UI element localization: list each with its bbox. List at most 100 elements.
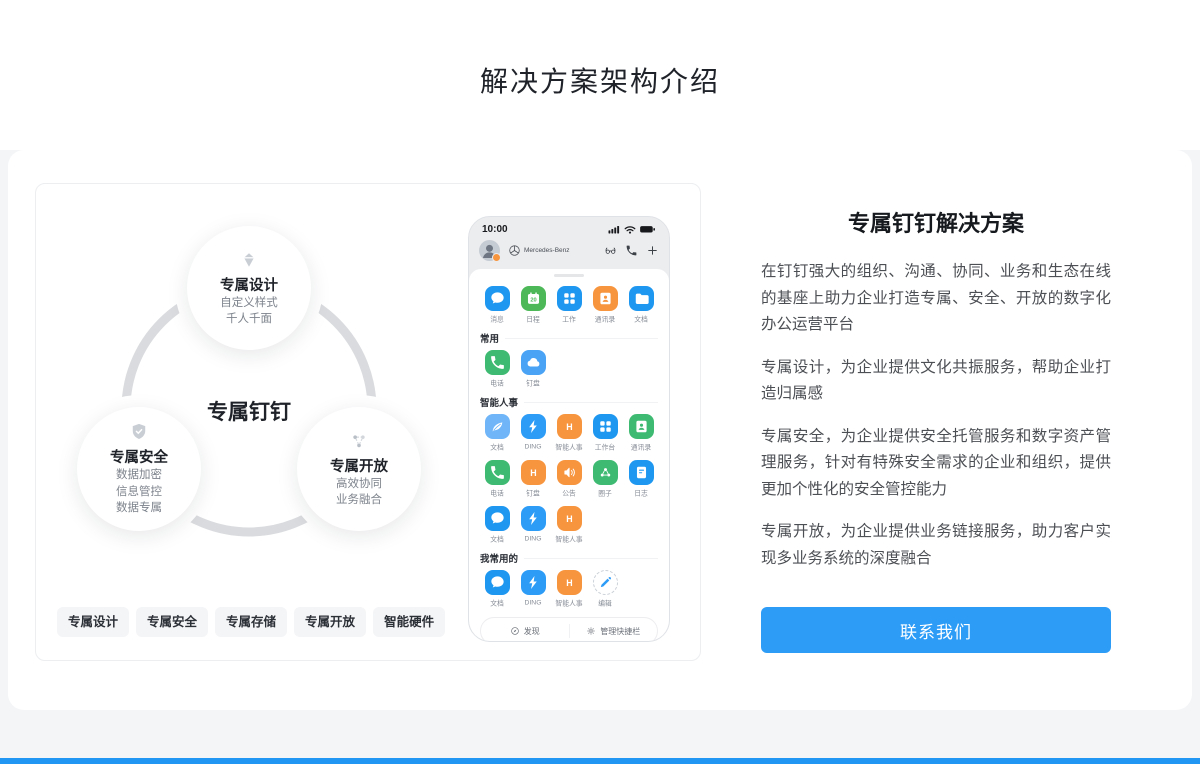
node-line: 高效协同 (336, 476, 382, 493)
log-icon (629, 460, 654, 485)
bottom-accent-bar (0, 758, 1200, 764)
tag-open: 专属开放 (294, 607, 366, 637)
bolt-icon (521, 414, 546, 439)
app-contacts: 通讯录 (623, 409, 659, 455)
bolt-icon (521, 506, 546, 531)
app-label: 通讯录 (631, 443, 651, 452)
section-apps-mine: 文档 DING H 智能人事 编辑 (479, 565, 659, 611)
dock-apps: 消息 20 日程 工作 通讯录文档 (479, 281, 659, 327)
app-grid: 工作 (551, 281, 587, 327)
bolt-icon (521, 570, 546, 595)
app-bolt: DING (515, 501, 551, 547)
phone-mockup: 10:00 Mercedes-Benz (468, 216, 670, 642)
svg-text:20: 20 (530, 297, 536, 303)
app-contacts: 通讯录 (587, 281, 623, 327)
app-edit: 编辑 (587, 565, 623, 611)
letter-h-icon: H (557, 506, 582, 531)
section-header-mine: 我常用的 (480, 551, 658, 565)
signal-icon (608, 225, 621, 234)
node-line: 自定义样式 (220, 295, 278, 312)
letter-h-icon: H (521, 460, 546, 485)
app-row: 文档 DING H 智能人事 (479, 501, 659, 547)
phone-footer-bar: 发现 管理快捷栏 (480, 617, 658, 641)
app-label: DING (525, 599, 542, 607)
phone-icon (485, 460, 510, 485)
solution-panel: 专属设计 自定义样式 千人千面 专属安全 数据加密 信息管控 数据专属 专属开放… (8, 150, 1192, 710)
app-label: 公告 (562, 489, 576, 498)
node-title: 专属安全 (110, 446, 168, 467)
phone-header: Mercedes-Benz (469, 237, 669, 269)
app-label: 智能人事 (555, 535, 582, 544)
node-line: 千人千面 (226, 311, 272, 328)
app-phone: 电话 (479, 345, 515, 391)
solution-description: 专属钉钉解决方案 在钉钉强大的组织、沟通、协同、业务和生态在线的基座上助力企业打… (761, 150, 1111, 572)
tag-design: 专属设计 (57, 607, 129, 637)
cloud-icon (521, 350, 546, 375)
architecture-illustration-card: 专属设计 自定义样式 千人千面 专属安全 数据加密 信息管控 数据专属 专属开放… (35, 183, 701, 661)
contact-us-button[interactable]: 联系我们 (761, 607, 1111, 653)
discover-button: 发现 (481, 626, 569, 637)
chat-icon (485, 286, 510, 311)
app-letter-h: H 智能人事 (551, 409, 587, 455)
drag-handle (554, 274, 584, 277)
app-label: DING (525, 535, 542, 543)
tag-hardware: 智能硬件 (373, 607, 445, 637)
app-label: 智能人事 (555, 599, 582, 608)
node-title: 专属设计 (220, 274, 278, 295)
solution-architecture-page: 解决方案架构介绍 专属设计 自定义样式 千人千面 (0, 0, 1200, 764)
discover-label: 发现 (524, 626, 540, 637)
org-name: Mercedes-Benz (524, 247, 570, 254)
node-line: 业务融合 (336, 492, 382, 509)
grid-icon (593, 414, 618, 439)
app-calendar: 20 日程 (515, 281, 551, 327)
section-title: 我常用的 (480, 551, 518, 565)
app-row: 文档DINGH智能人事工作台通讯录 (479, 409, 659, 455)
app-row: 文档 DING H 智能人事 编辑 (479, 565, 659, 611)
app-grid: 工作台 (587, 409, 623, 455)
app-label: 日程 (526, 315, 540, 324)
app-label: 电话 (490, 379, 504, 388)
app-letter-h: H 钉盘 (515, 455, 551, 501)
gem-icon (238, 249, 260, 271)
app-label: 文档 (490, 535, 504, 544)
section-header-changyong: 常用 (480, 331, 658, 345)
app-label: 编辑 (598, 599, 612, 608)
app-megaphone: 公告 (551, 455, 587, 501)
app-row: 电话H钉盘公告圈子日志 (479, 455, 659, 501)
letter-h-icon: H (557, 414, 582, 439)
section-apps-changyong: 电话 钉盘 (479, 345, 659, 391)
solution-paragraph: 专属开放，为企业提供业务链接服务，助力客户实现多业务系统的深度融合 (761, 519, 1111, 572)
app-chat: 消息 (479, 281, 515, 327)
app-asterisk: 圈子 (587, 455, 623, 501)
app-label: 电话 (490, 489, 504, 498)
app-chat: 文档 (479, 501, 515, 547)
app-label: 文档 (490, 443, 504, 452)
app-label: 钉盘 (526, 379, 540, 388)
grid-icon (557, 286, 582, 311)
app-label: 智能人事 (555, 443, 582, 452)
edit-icon (593, 570, 618, 595)
app-label: 消息 (490, 315, 504, 324)
section-title: 常用 (480, 331, 499, 345)
app-letter-h: H 智能人事 (551, 501, 587, 547)
app-folder: 文档 (623, 281, 659, 327)
app-row: 电话 钉盘 (479, 345, 659, 391)
phone-status-bar: 10:00 (469, 217, 669, 237)
gear-icon (586, 626, 596, 636)
svg-text:H: H (566, 578, 572, 588)
svg-text:H: H (530, 468, 536, 478)
app-label: 工作 (562, 315, 576, 324)
wifi-icon (624, 225, 636, 234)
org-brand: Mercedes-Benz (508, 244, 570, 257)
compass-icon (510, 626, 520, 636)
feature-tags: 专属设计 专属安全 专属存储 专属开放 智能硬件 (57, 607, 445, 637)
app-label: 文档 (490, 599, 504, 608)
app-label: 工作台 (595, 443, 615, 452)
solution-heading: 专属钉钉解决方案 (761, 206, 1111, 238)
phone-app-sheet: 消息20日程工作通讯录文档 常用 电话钉盘 智能人事 文档DINGH智能人事工作… (469, 269, 669, 641)
section-title: 智能人事 (480, 395, 518, 409)
svg-text:H: H (566, 514, 572, 524)
folder-icon (629, 286, 654, 311)
solution-paragraph: 专属安全，为企业提供安全托管服务和数字资产管理服务，针对有特殊安全需求的企业和组… (761, 424, 1111, 504)
app-label: 钉盘 (526, 489, 540, 498)
